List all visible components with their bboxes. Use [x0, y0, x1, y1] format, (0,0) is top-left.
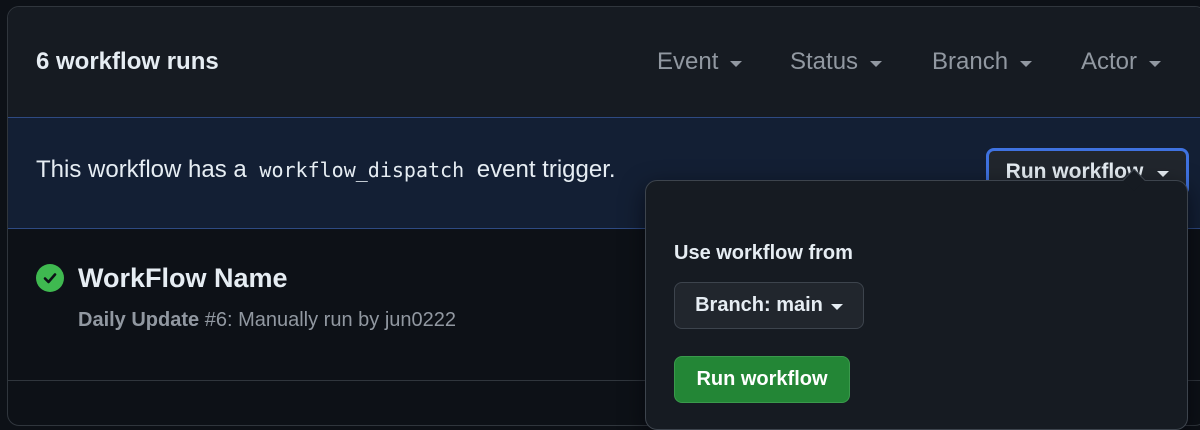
runs-count-title: 6 workflow runs [36, 48, 219, 75]
run-number: #6 [204, 309, 227, 331]
chevron-down-icon [1149, 60, 1162, 67]
banner-code: workflow_dispatch [259, 158, 465, 182]
filter-status-label: Status [790, 48, 859, 75]
filter-actor-label: Actor [1081, 48, 1138, 75]
check-mark-icon [43, 273, 57, 284]
chevron-down-icon [1157, 170, 1170, 177]
run-workflow-name: Daily Update [78, 309, 200, 331]
run-workflow-popover: Use workflow from Branch: main Run workf… [645, 168, 1188, 430]
filter-branch-label: Branch [932, 48, 1009, 75]
run-description: : Manually run by jun0222 [226, 309, 457, 331]
filter-actor[interactable]: Actor [1081, 48, 1162, 76]
check-circle-icon [36, 264, 64, 292]
filter-branch[interactable]: Branch [932, 48, 1033, 76]
run-subtitle: Daily Update #6: Manually run by jun0222 [78, 309, 456, 332]
filter-event[interactable]: Event [657, 48, 743, 76]
runs-header: 6 workflow runs Event Status Branch Acto… [8, 7, 1200, 117]
filter-status[interactable]: Status [790, 48, 883, 76]
chevron-down-icon [830, 304, 843, 310]
run-title[interactable]: WorkFlow Name [78, 263, 288, 294]
banner-message: This workflow has a workflow_dispatch ev… [36, 156, 616, 184]
chevron-down-icon [1020, 60, 1033, 67]
filter-event-label: Event [657, 48, 719, 75]
branch-select-label: Branch: main [695, 294, 823, 316]
branch-select-button[interactable]: Branch: main [674, 282, 864, 329]
chevron-down-icon [730, 60, 743, 67]
banner-text-after: event trigger. [476, 156, 616, 183]
use-workflow-from-label: Use workflow from [674, 242, 853, 264]
run-workflow-submit-button[interactable]: Run workflow [674, 356, 850, 403]
banner-text-before: This workflow has a [36, 156, 247, 183]
chevron-down-icon [870, 60, 883, 67]
